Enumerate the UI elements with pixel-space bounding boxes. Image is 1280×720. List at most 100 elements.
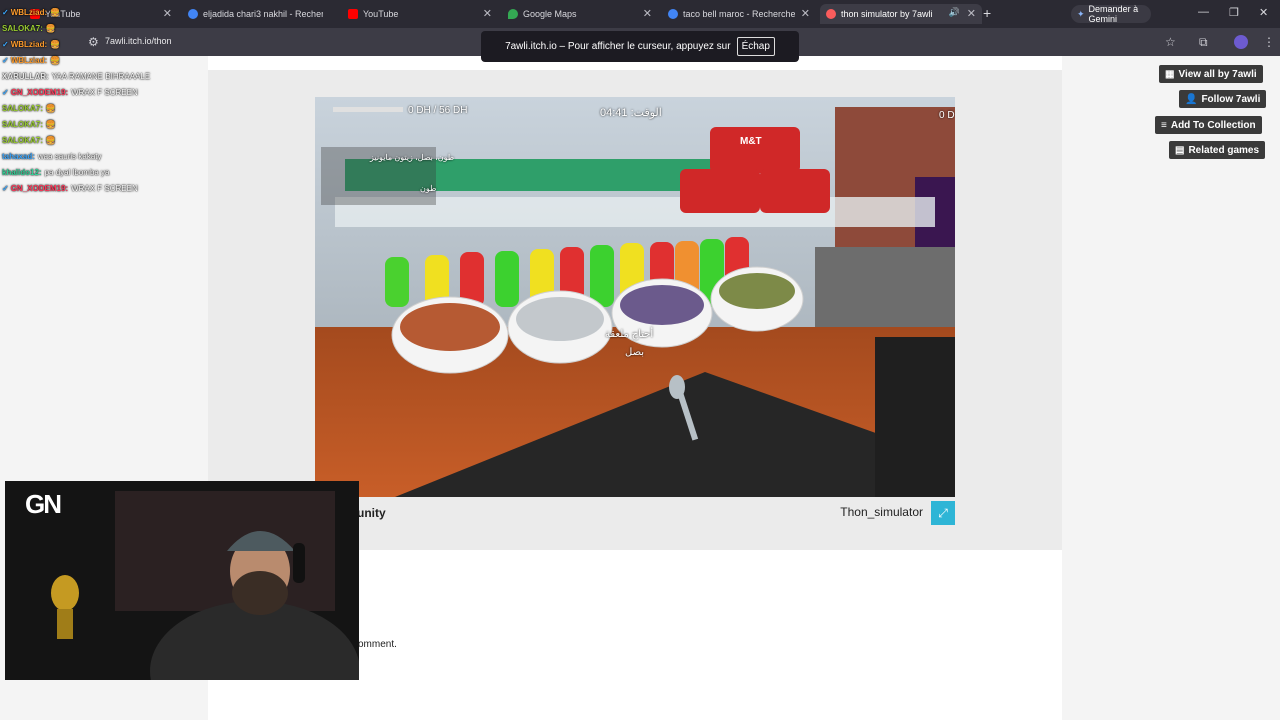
audio-icon[interactable]: 🔊 <box>949 7 960 18</box>
chat-message: waa sauris kakaty <box>37 151 102 161</box>
new-tab-button[interactable]: + <box>983 5 991 21</box>
fullscreen-notice: 7awli.itch.io – Pour afficher le curseur… <box>481 31 799 62</box>
tab-youtube-2[interactable]: YouTube ✕ <box>348 4 498 24</box>
game-canvas[interactable]: M&T 0 DH / 56 DH الوقت: 04:41 0 D طون، ب… <box>315 97 955 497</box>
map-icon: ▤ <box>1175 144 1185 156</box>
close-icon[interactable]: ✕ <box>967 7 976 20</box>
chat-line: ✓ WBLziad: 🍔 <box>0 36 210 52</box>
sparkle-icon: ✦ <box>1077 8 1085 19</box>
close-icon[interactable]: ✕ <box>643 7 652 20</box>
tab-title: eljadida chari3 nakhil - Recherche <box>203 9 323 19</box>
map-pin-icon <box>508 9 518 19</box>
menu-icon[interactable]: ⋮ <box>1263 35 1275 49</box>
chat-username[interactable]: SALOKA7: <box>2 120 43 129</box>
related-games-button[interactable]: ▤ Related games <box>1169 141 1266 159</box>
chat-line: SALOKA7: 🍔 <box>0 100 210 116</box>
chat-username[interactable]: tahaxad: <box>2 152 35 161</box>
chat-message: 🍔 <box>45 135 56 145</box>
close-window-button[interactable]: ✕ <box>1259 6 1268 19</box>
tab-title: Google Maps <box>523 9 577 19</box>
chat-line: ✓ GN_XODEM19: WRAX F SCREEN <box>0 180 210 196</box>
verified-icon: ✓ <box>2 55 9 65</box>
chat-line: SALOKA7: 🍔 <box>0 116 210 132</box>
order-hint: طون، بصل، زيتون مايونيز <box>370 153 455 162</box>
user-plus-icon: 👤 <box>1185 93 1198 105</box>
game-footer: unity Thon_simulator ⤢ <box>315 497 955 529</box>
need-line-2: بصل <box>625 347 645 358</box>
chat-username[interactable]: WBLziad: <box>11 40 47 49</box>
trophy <box>51 575 79 611</box>
chat-message: 🍔 <box>45 23 56 33</box>
time-counter: الوقت: 04:41 <box>600 107 662 119</box>
star-icon[interactable]: ☆ <box>1165 35 1176 49</box>
add-collection-label: Add To Collection <box>1170 119 1256 131</box>
gemini-label: Demander à Gemini <box>1088 4 1139 24</box>
beard <box>232 571 288 615</box>
counter-edge <box>875 337 955 497</box>
stream-chat: ✓ WBLziad: 🍔 SALOKA7: 🍔 ✓ WBLziad: 🍔 ✓ WBLziad: 🍔 X… <box>0 4 210 196</box>
chat-message: 🍔 <box>45 119 56 129</box>
minimize-button[interactable]: — <box>1198 6 1209 18</box>
need-line-1: أحتاج ملعقة <box>605 329 654 340</box>
chat-message: 🍔 <box>50 7 61 17</box>
chat-message: 🍔 <box>50 39 61 49</box>
avatar[interactable] <box>1234 35 1248 49</box>
extensions-icon[interactable]: ⧉ <box>1199 35 1208 50</box>
verified-icon: ✓ <box>2 7 9 17</box>
tab-title: thon simulator by 7awli <box>841 9 933 19</box>
chat-message: pa dyal lbomba ya <box>44 167 110 177</box>
fullscreen-button[interactable]: ⤢ <box>931 501 955 525</box>
follow-button[interactable]: 👤 Follow 7awli <box>1179 90 1267 108</box>
order-item: طون <box>420 184 437 193</box>
chat-message: 🍔 <box>50 55 61 65</box>
chat-username[interactable]: GN_XODEM19: <box>11 184 68 193</box>
add-to-collection-button[interactable]: ≡ Add To Collection <box>1155 116 1262 134</box>
chat-username[interactable]: WBLziad: <box>11 56 47 65</box>
headset <box>293 543 305 583</box>
itch-icon <box>826 9 836 19</box>
game-title: Thon_simulator <box>840 505 923 519</box>
chat-message: WRAX F SCREEN <box>71 183 138 193</box>
close-icon[interactable]: ✕ <box>483 7 492 20</box>
money-counter: 0 DH / 56 DH <box>408 105 468 116</box>
chat-message: 🍔 <box>45 103 56 113</box>
related-games-label: Related games <box>1188 144 1260 156</box>
chat-username[interactable]: khalido12: <box>2 168 42 177</box>
tab-title: taco bell maroc - Recherche Go <box>683 9 795 19</box>
chat-line: SALOKA7: 🍔 <box>0 132 210 148</box>
chat-line: ✓ WBLziad: 🍔 <box>0 4 210 20</box>
google-icon <box>668 9 678 19</box>
view-all-button[interactable]: ▦ View all by 7awli <box>1159 65 1263 83</box>
chat-username[interactable]: SALOKA7: <box>2 136 43 145</box>
chat-username[interactable]: SALOKA7: <box>2 104 43 113</box>
unity-logo: unity <box>357 506 386 520</box>
tab-google-maps[interactable]: Google Maps ✕ <box>508 4 658 24</box>
store-icon: ▦ <box>1165 68 1175 80</box>
chat-line: khalido12: pa dyal lbomba ya <box>0 164 210 180</box>
chat-line: ✓ WBLziad: 🍔 <box>0 52 210 68</box>
restore-button[interactable]: ❐ <box>1229 6 1239 19</box>
chat-username[interactable]: WBLziad: <box>11 8 47 17</box>
chat-username[interactable]: SALOKA7: <box>2 24 43 33</box>
chat-line: SALOKA7: 🍔 <box>0 20 210 36</box>
chat-message: YAA RAMANE BIHRAAALE <box>51 71 151 81</box>
tab-search-tacobell[interactable]: taco bell maroc - Recherche Go ✕ <box>668 4 816 24</box>
follow-label: Follow 7awli <box>1201 93 1261 105</box>
money-bar-bg <box>333 107 403 112</box>
view-all-label: View all by 7awli <box>1178 68 1257 80</box>
chat-message: WRAX F SCREEN <box>71 87 138 97</box>
gemini-button[interactable]: ✦ Demander à Gemini <box>1071 4 1151 24</box>
chat-username[interactable]: GN_XODEM19: <box>11 88 68 97</box>
fullscreen-notice-text: 7awli.itch.io – Pour afficher le curseur… <box>505 41 731 52</box>
tab-thon-simulator[interactable]: thon simulator by 7awli 🔊 ✕ <box>820 4 982 24</box>
close-icon[interactable]: ✕ <box>801 7 810 20</box>
tab-search-eljadida[interactable]: eljadida chari3 nakhil - Recherche <box>188 4 338 24</box>
can-label: M&T <box>740 136 762 147</box>
chat-line: ✓ GN_XODEM19: WRAX F SCREEN <box>0 84 210 100</box>
verified-icon: ✓ <box>2 183 9 193</box>
money-right-counter: 0 D <box>939 110 955 121</box>
chat-line: XARULLAR: YAA RAMANE BIHRAAALE <box>0 68 210 84</box>
verified-icon: ✓ <box>2 39 9 49</box>
escape-key-hint: Échap <box>736 37 775 56</box>
chat-username[interactable]: XARULLAR: <box>2 72 49 81</box>
